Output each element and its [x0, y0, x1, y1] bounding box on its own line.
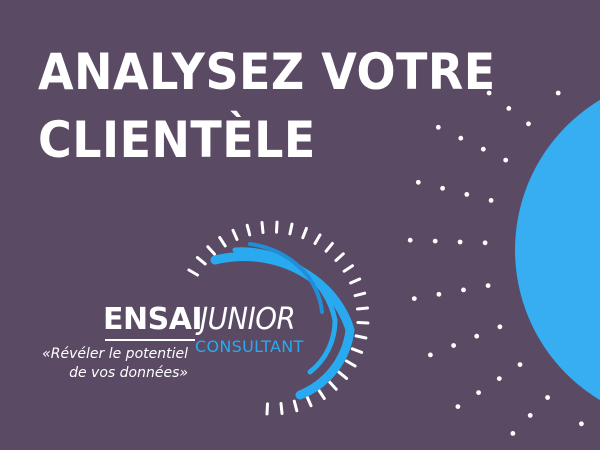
logo-tick — [288, 222, 294, 236]
dot — [503, 157, 509, 163]
logo-tick — [218, 236, 227, 248]
dot — [474, 333, 480, 339]
dot — [526, 121, 531, 127]
dot — [482, 240, 488, 246]
dot — [506, 106, 512, 111]
dot — [476, 390, 481, 395]
logo-tick — [301, 226, 308, 240]
tagline-line-2: de vos données» — [69, 365, 188, 381]
logo-tick — [345, 359, 357, 368]
dot — [496, 376, 502, 381]
logo-tick — [292, 399, 299, 413]
dot — [579, 421, 584, 427]
dot — [436, 291, 442, 297]
logo-tick — [313, 233, 322, 245]
dot — [415, 179, 421, 185]
blue-circle-icon — [515, 99, 600, 401]
logo-ensai-text: ENSAI — [103, 302, 203, 337]
logo-tick — [328, 380, 338, 391]
headline-line-2: CLIENTÈLE — [38, 111, 316, 169]
logo-tick — [342, 264, 354, 273]
logo-tick — [265, 402, 269, 416]
logo-tagline: «Révéler le potentiel de vos données» — [38, 345, 188, 383]
logo-tick — [353, 291, 367, 298]
logo-tick — [317, 388, 326, 400]
logo-tick — [275, 220, 279, 234]
logo-divider — [105, 339, 195, 341]
dot — [527, 413, 533, 418]
logo-tick — [337, 370, 349, 380]
logo-tick — [245, 223, 252, 237]
logo-tick — [324, 241, 334, 253]
dot — [451, 343, 456, 348]
logo-tick — [356, 306, 369, 311]
dot — [488, 198, 494, 203]
tagline-line-1: «Révéler le potentiel — [42, 346, 188, 362]
dot — [510, 431, 516, 436]
logo-tick — [279, 402, 284, 415]
dot — [440, 185, 445, 191]
logo-tick — [354, 334, 368, 340]
dot — [411, 296, 417, 301]
logo-tick — [305, 395, 313, 408]
logo-tick — [349, 277, 362, 285]
dot — [432, 238, 438, 244]
logo-tick — [187, 268, 199, 277]
dot — [545, 395, 550, 400]
dot — [497, 324, 503, 330]
dot — [428, 352, 433, 358]
dot — [407, 237, 413, 243]
dot — [485, 283, 491, 288]
logo-tick — [334, 252, 345, 262]
dot — [517, 362, 523, 367]
logo-tick — [356, 321, 370, 325]
logo-consultant-text: CONSULTANT — [195, 337, 304, 356]
logo-tick — [350, 347, 364, 354]
dot — [455, 404, 461, 409]
logo-tick — [260, 221, 265, 234]
logo-tick — [195, 256, 207, 266]
dot — [461, 287, 466, 293]
headline-line-1: ANALYSEZ VOTRE — [38, 43, 496, 101]
logo-tick — [231, 228, 239, 241]
dot — [464, 192, 470, 197]
headline: ANALYSEZ VOTRE CLIENTÈLE — [38, 38, 496, 174]
dot — [457, 239, 463, 245]
logo-junior-text: JUNIOR — [200, 302, 296, 337]
logo-tick — [206, 245, 216, 256]
dot — [555, 90, 561, 96]
